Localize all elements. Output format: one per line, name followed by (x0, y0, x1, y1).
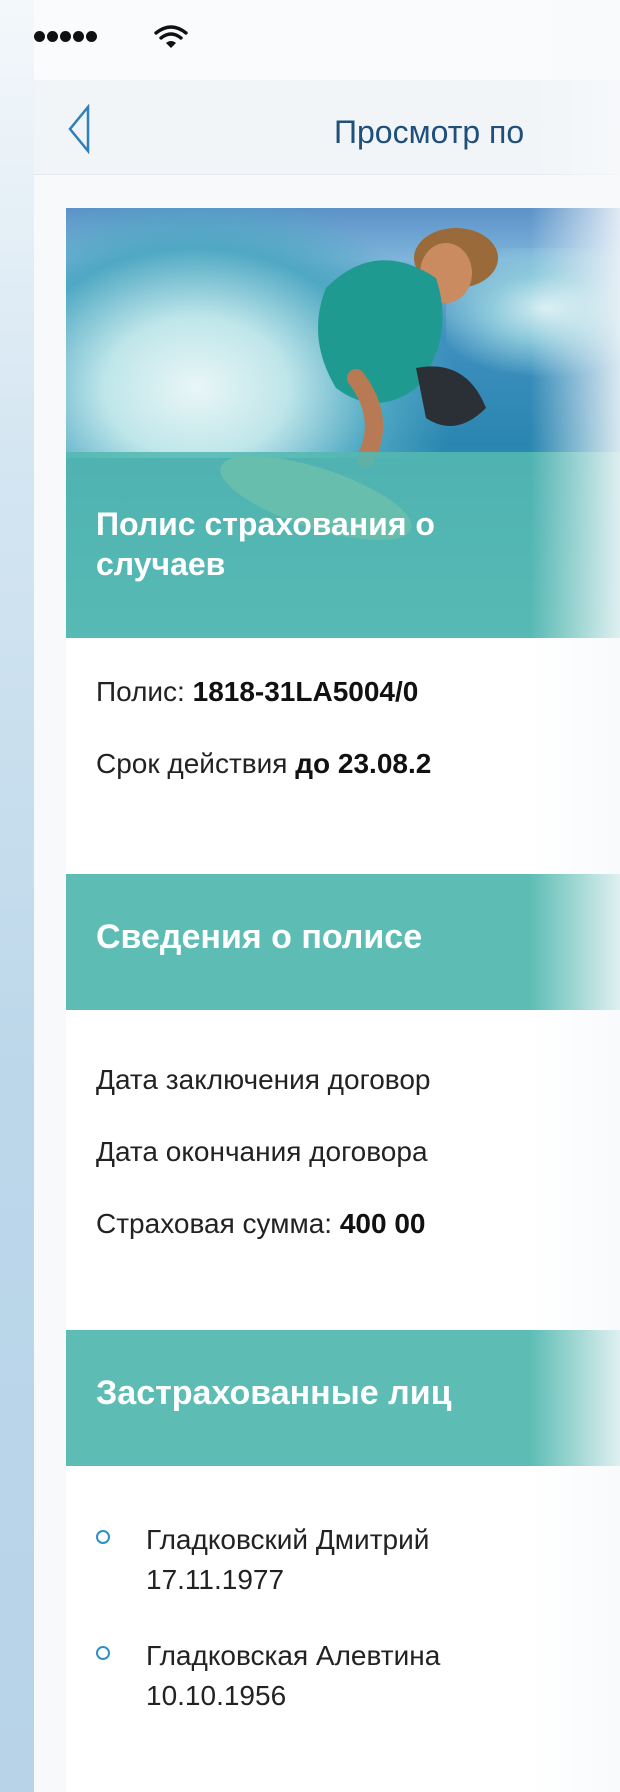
bullet-icon (96, 1530, 110, 1544)
app-frame: Просмотр по Полис страхования о случаев … (0, 0, 620, 1792)
screen: Просмотр по Полис страхования о случаев … (34, 0, 620, 1792)
background-edge (0, 0, 34, 1792)
wifi-icon (154, 25, 188, 48)
navigation-bar: Просмотр по (34, 80, 620, 175)
section-title: Застрахованные лиц (96, 1374, 452, 1412)
signal-strength-icon (34, 31, 97, 42)
insured-sum: Страховая сумма: 400 00 (96, 1208, 426, 1239)
policy-title-banner: Полис страхования о случаев (66, 452, 620, 638)
status-bar (34, 0, 620, 80)
insured-name: Гладковский Дмитрий (146, 1524, 430, 1555)
policy-title: Полис страхования о случаев (96, 506, 435, 582)
insured-birthdate: 10.10.1956 (146, 1680, 287, 1711)
section-policy-info-header[interactable]: Сведения о полисе (66, 874, 620, 1010)
page-title: Просмотр по (334, 114, 525, 150)
insured-birthdate: 17.11.1977 (146, 1564, 285, 1595)
contract-end-date: Дата окончания договора (96, 1136, 428, 1167)
section-title: Сведения о полисе (96, 918, 423, 956)
section-insured-persons-header[interactable]: Застрахованные лиц (66, 1330, 620, 1466)
policy-number: Полис: 1818-31LA5004/0 (96, 676, 419, 707)
contract-conclusion-date: Дата заключения договор (96, 1064, 431, 1095)
bullet-icon (96, 1646, 110, 1660)
policy-banner-image: Полис страхования о случаев (66, 208, 620, 638)
chevron-left-icon[interactable] (64, 104, 94, 154)
list-item: Гладковская Алевтина 10.10.1956 (96, 1636, 616, 1726)
list-item: Гладковский Дмитрий 17.11.1977 (96, 1520, 616, 1610)
surfer-figure (318, 228, 498, 467)
insured-name: Гладковская Алевтина (146, 1640, 441, 1671)
policy-card: Полис страхования о случаев Полис: 1818-… (66, 208, 620, 1792)
policy-validity: Срок действия до 23.08.2 (96, 748, 432, 779)
